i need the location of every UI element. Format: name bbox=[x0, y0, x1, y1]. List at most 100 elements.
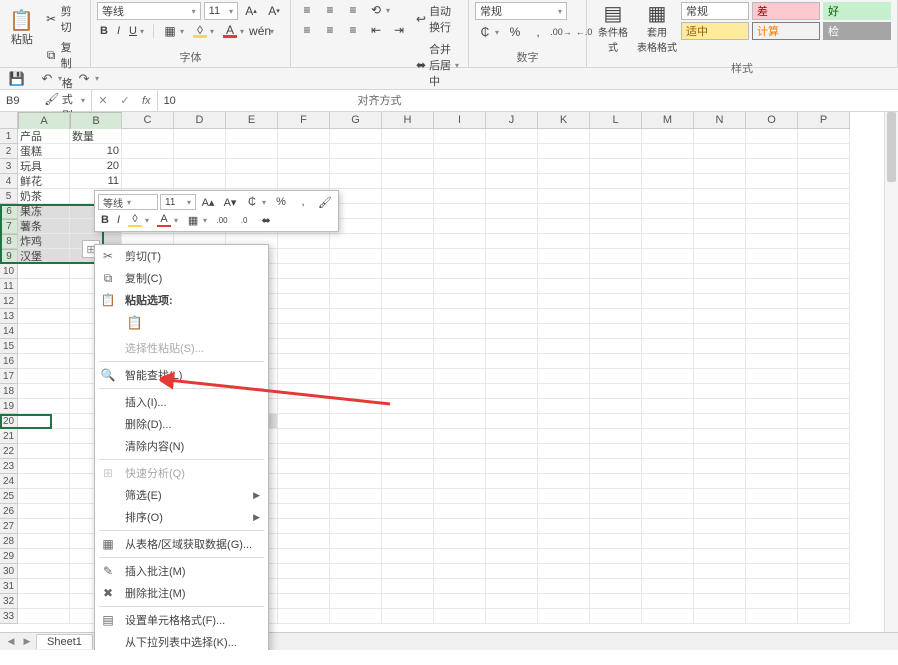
cell[interactable] bbox=[590, 564, 642, 579]
cell[interactable] bbox=[798, 249, 850, 264]
cell[interactable] bbox=[174, 144, 226, 159]
cell[interactable] bbox=[434, 264, 486, 279]
cell[interactable] bbox=[590, 234, 642, 249]
cell[interactable] bbox=[18, 309, 70, 324]
underline-button[interactable]: U▾ bbox=[126, 24, 147, 38]
cell[interactable] bbox=[538, 594, 590, 609]
row-header[interactable]: 14 bbox=[0, 324, 18, 339]
cell[interactable] bbox=[538, 534, 590, 549]
cell[interactable] bbox=[746, 399, 798, 414]
cell[interactable] bbox=[798, 339, 850, 354]
row-header[interactable]: 9 bbox=[0, 249, 18, 264]
cell[interactable] bbox=[330, 399, 382, 414]
cell[interactable] bbox=[642, 279, 694, 294]
cell[interactable] bbox=[434, 294, 486, 309]
cell[interactable] bbox=[486, 474, 538, 489]
cell[interactable] bbox=[18, 294, 70, 309]
cell[interactable] bbox=[18, 474, 70, 489]
cell[interactable] bbox=[382, 429, 434, 444]
ctx-delete-comment[interactable]: ✖删除批注(M) bbox=[95, 582, 268, 604]
indent-increase-button[interactable]: ⇥ bbox=[389, 22, 409, 38]
cell[interactable] bbox=[174, 174, 226, 189]
cell[interactable] bbox=[642, 519, 694, 534]
cell[interactable] bbox=[382, 294, 434, 309]
cell[interactable] bbox=[486, 174, 538, 189]
cell[interactable] bbox=[382, 534, 434, 549]
cell[interactable] bbox=[486, 384, 538, 399]
ctx-sort[interactable]: 排序(O)▶ bbox=[95, 506, 268, 528]
mini-border[interactable]: ▦▾ bbox=[183, 212, 210, 228]
cell[interactable] bbox=[486, 264, 538, 279]
mini-format-painter[interactable]: 🖌 bbox=[315, 194, 335, 210]
cell[interactable] bbox=[434, 534, 486, 549]
cell[interactable] bbox=[642, 474, 694, 489]
cell[interactable] bbox=[382, 459, 434, 474]
cell[interactable] bbox=[278, 174, 330, 189]
cell[interactable] bbox=[642, 564, 694, 579]
cell[interactable] bbox=[746, 534, 798, 549]
cell[interactable] bbox=[798, 399, 850, 414]
cell[interactable] bbox=[330, 294, 382, 309]
cell[interactable] bbox=[382, 594, 434, 609]
mini-dec-decimal[interactable]: .0 bbox=[234, 212, 254, 228]
mini-increase-font[interactable]: A▴ bbox=[198, 194, 218, 210]
align-center-button[interactable]: ≡ bbox=[320, 22, 340, 38]
cell[interactable] bbox=[434, 609, 486, 624]
cell[interactable] bbox=[798, 549, 850, 564]
cell[interactable] bbox=[486, 294, 538, 309]
save-button[interactable]: 💾 bbox=[6, 70, 28, 88]
cell[interactable] bbox=[382, 354, 434, 369]
cell[interactable] bbox=[382, 474, 434, 489]
cell[interactable] bbox=[382, 609, 434, 624]
ctx-copy[interactable]: ⧉复制(C) bbox=[95, 267, 268, 289]
cell[interactable] bbox=[278, 159, 330, 174]
cell[interactable] bbox=[798, 144, 850, 159]
cell[interactable] bbox=[538, 294, 590, 309]
cell[interactable] bbox=[486, 564, 538, 579]
cell[interactable] bbox=[642, 429, 694, 444]
cell[interactable] bbox=[798, 174, 850, 189]
cell[interactable] bbox=[746, 159, 798, 174]
currency-button[interactable]: ₵▾ bbox=[475, 24, 502, 40]
cell[interactable] bbox=[18, 444, 70, 459]
ctx-get-data[interactable]: ▦从表格/区域获取数据(G)... bbox=[95, 533, 268, 555]
cell[interactable] bbox=[694, 429, 746, 444]
cell[interactable] bbox=[590, 294, 642, 309]
row-header[interactable]: 3 bbox=[0, 159, 18, 174]
column-header[interactable]: F bbox=[278, 112, 330, 129]
cell[interactable] bbox=[590, 204, 642, 219]
cell[interactable] bbox=[382, 204, 434, 219]
cell[interactable] bbox=[382, 564, 434, 579]
cell[interactable] bbox=[382, 489, 434, 504]
bold-button[interactable]: B bbox=[97, 24, 111, 38]
cell[interactable] bbox=[122, 174, 174, 189]
cell[interactable] bbox=[18, 549, 70, 564]
number-format-select[interactable]: 常规▾ bbox=[475, 2, 567, 20]
cell[interactable]: 奶茶 bbox=[18, 189, 70, 204]
cell[interactable] bbox=[18, 459, 70, 474]
row-header[interactable]: 24 bbox=[0, 474, 18, 489]
cell[interactable] bbox=[278, 249, 330, 264]
cell[interactable] bbox=[278, 264, 330, 279]
cell[interactable]: 蛋糕 bbox=[18, 144, 70, 159]
cell[interactable] bbox=[538, 354, 590, 369]
cell[interactable] bbox=[330, 519, 382, 534]
cell[interactable] bbox=[798, 159, 850, 174]
cell[interactable] bbox=[434, 384, 486, 399]
cell[interactable]: 薯条 bbox=[18, 219, 70, 234]
cell[interactable] bbox=[330, 534, 382, 549]
cell[interactable] bbox=[798, 279, 850, 294]
column-header[interactable]: P bbox=[798, 112, 850, 129]
cell[interactable] bbox=[798, 384, 850, 399]
align-left-button[interactable]: ≡ bbox=[297, 22, 317, 38]
cell[interactable] bbox=[694, 309, 746, 324]
cell[interactable] bbox=[278, 594, 330, 609]
border-button[interactable]: ▦▾ bbox=[160, 23, 187, 39]
cell[interactable] bbox=[798, 474, 850, 489]
cell[interactable] bbox=[590, 519, 642, 534]
decrease-font-button[interactable]: A▾ bbox=[264, 3, 284, 19]
cell[interactable] bbox=[18, 534, 70, 549]
cell[interactable] bbox=[278, 414, 330, 429]
cell[interactable] bbox=[590, 354, 642, 369]
cell[interactable] bbox=[538, 279, 590, 294]
